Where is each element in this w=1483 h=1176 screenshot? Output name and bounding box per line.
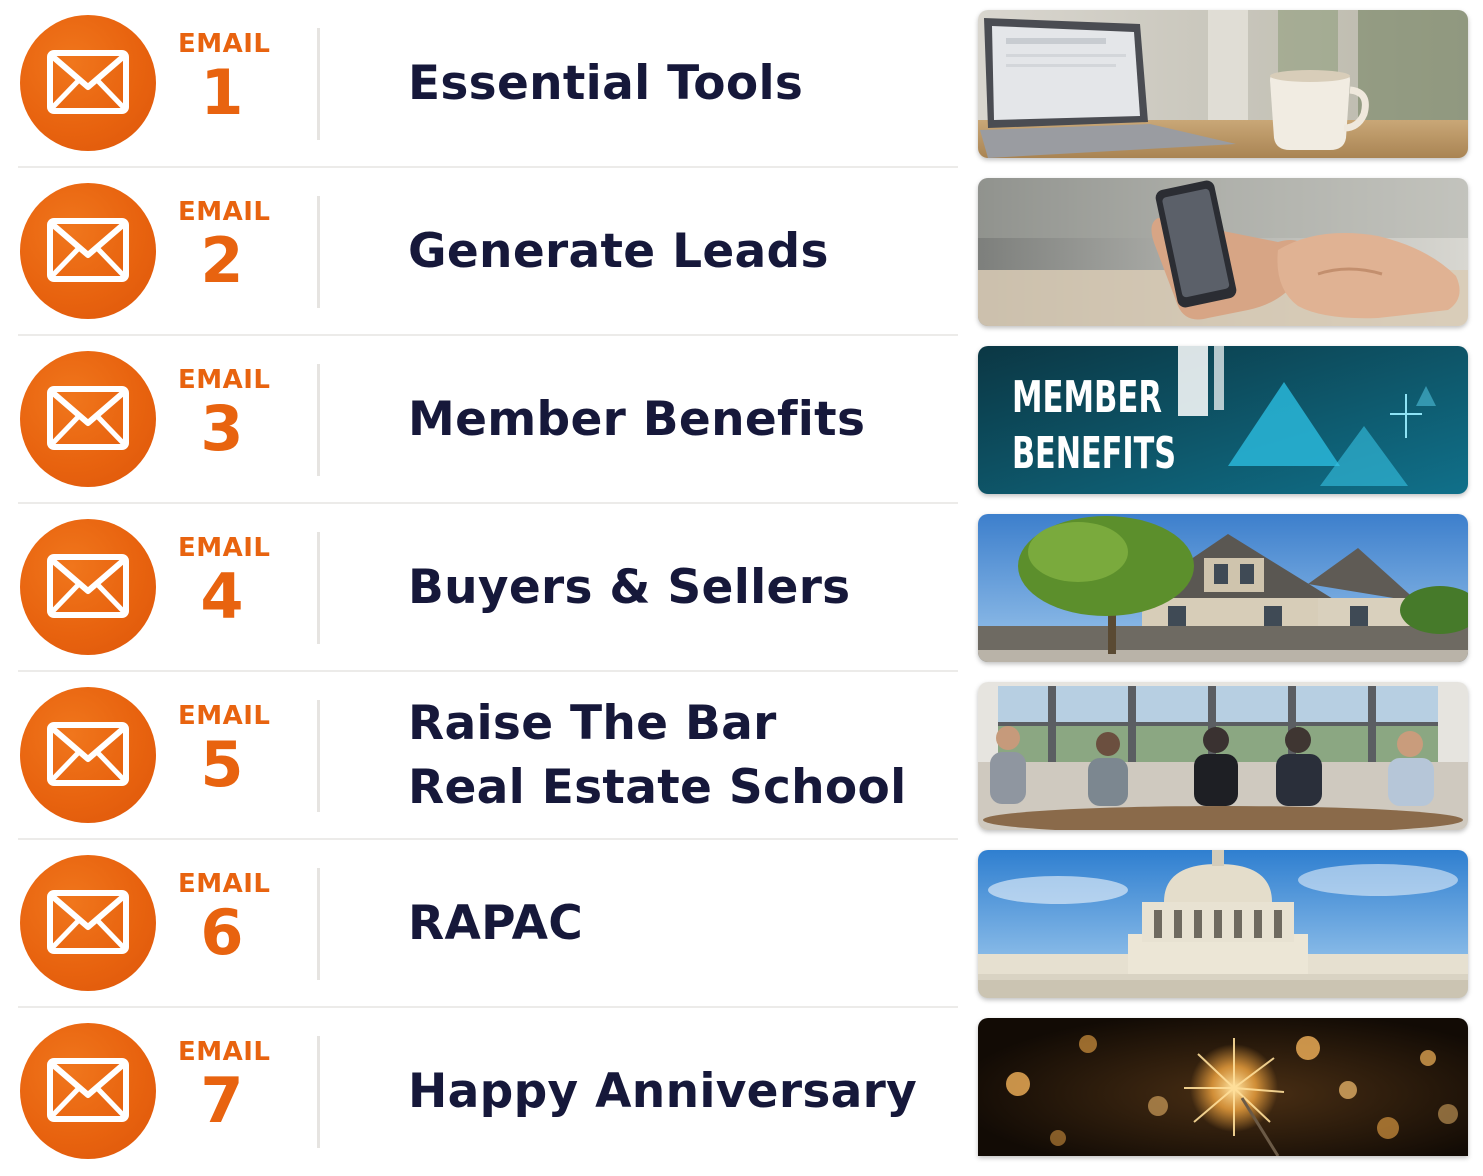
vertical-divider (317, 700, 320, 812)
hands-phone-photo (978, 178, 1468, 326)
mail-icon (47, 50, 129, 114)
email-number: 6 (200, 896, 244, 969)
email-number: 3 (200, 392, 244, 465)
email-row-1[interactable]: EMAIL 1 Essential Tools (0, 0, 1483, 168)
email-title-line: Buyers & Sellers (408, 560, 851, 615)
vertical-divider (317, 868, 320, 980)
email-number-tag: EMAIL 5 (178, 700, 270, 801)
email-title: Raise The Bar Real Estate School (408, 672, 907, 840)
email-number: 5 (200, 728, 244, 801)
email-row-5[interactable]: EMAIL 5 Raise The Bar Real Estate School (0, 672, 1483, 840)
email-badge (20, 687, 156, 823)
mail-icon (47, 1058, 129, 1122)
email-title-line: Raise The Bar (408, 696, 777, 751)
email-title-line: Happy Anniversary (408, 1064, 918, 1119)
mail-icon (47, 890, 129, 954)
email-title: Happy Anniversary (408, 1008, 917, 1176)
vertical-divider (317, 196, 320, 308)
email-title: Generate Leads (408, 168, 829, 336)
email-number-tag: EMAIL 7 (178, 1036, 270, 1137)
email-number-tag: EMAIL 2 (178, 196, 270, 297)
mail-icon (47, 386, 129, 450)
email-badge (20, 183, 156, 319)
email-number-tag: EMAIL 3 (178, 364, 270, 465)
capitol-building-photo (978, 850, 1468, 998)
vertical-divider (317, 28, 320, 140)
email-number: 4 (200, 560, 244, 633)
mail-icon (47, 554, 129, 618)
banner-text-benefits: BENEFITS (1012, 428, 1176, 479)
classroom-photo (978, 682, 1468, 830)
email-number-tag: EMAIL 6 (178, 868, 270, 969)
email-number-tag: EMAIL 4 (178, 532, 270, 633)
email-title-line: RAPAC (408, 896, 584, 951)
email-series-list: EMAIL 1 Essential Tools EMAIL 2 Generate… (0, 0, 1483, 1159)
email-row-2[interactable]: EMAIL 2 Generate Leads (0, 168, 1483, 336)
vertical-divider (317, 1036, 320, 1148)
email-badge (20, 519, 156, 655)
email-title: Essential Tools (408, 0, 803, 168)
email-badge (20, 351, 156, 487)
vertical-divider (317, 532, 320, 644)
email-title-line: Generate Leads (408, 224, 829, 279)
banner-text-member: MEMBER (1012, 372, 1162, 423)
member-benefits-banner: MEMBER BENEFITS (978, 346, 1468, 494)
house-photo (978, 514, 1468, 662)
email-title-line: Member Benefits (408, 392, 866, 447)
email-row-7[interactable]: EMAIL 7 Happy Anniversary (0, 1008, 1483, 1176)
sparkler-photo (978, 1018, 1468, 1156)
email-title: RAPAC (408, 840, 583, 1008)
email-row-3[interactable]: EMAIL 3 Member Benefits MEMBER BENEFITS (0, 336, 1483, 504)
email-title: Member Benefits (408, 336, 865, 504)
email-number: 1 (200, 56, 244, 129)
email-number-tag: EMAIL 1 (178, 28, 270, 129)
mail-icon (47, 722, 129, 786)
email-badge (20, 1023, 156, 1159)
email-badge (20, 855, 156, 991)
mail-icon (47, 218, 129, 282)
email-row-4[interactable]: EMAIL 4 Buyers & Sellers (0, 504, 1483, 672)
email-row-6[interactable]: EMAIL 6 RAPAC (0, 840, 1483, 1008)
email-number: 7 (200, 1064, 244, 1137)
email-badge (20, 15, 156, 151)
vertical-divider (317, 364, 320, 476)
email-title: Buyers & Sellers (408, 504, 850, 672)
email-number: 2 (200, 224, 244, 297)
email-title-line: Essential Tools (408, 56, 804, 111)
laptop-coffee-photo (978, 10, 1468, 158)
email-title-line: Real Estate School (408, 760, 907, 815)
